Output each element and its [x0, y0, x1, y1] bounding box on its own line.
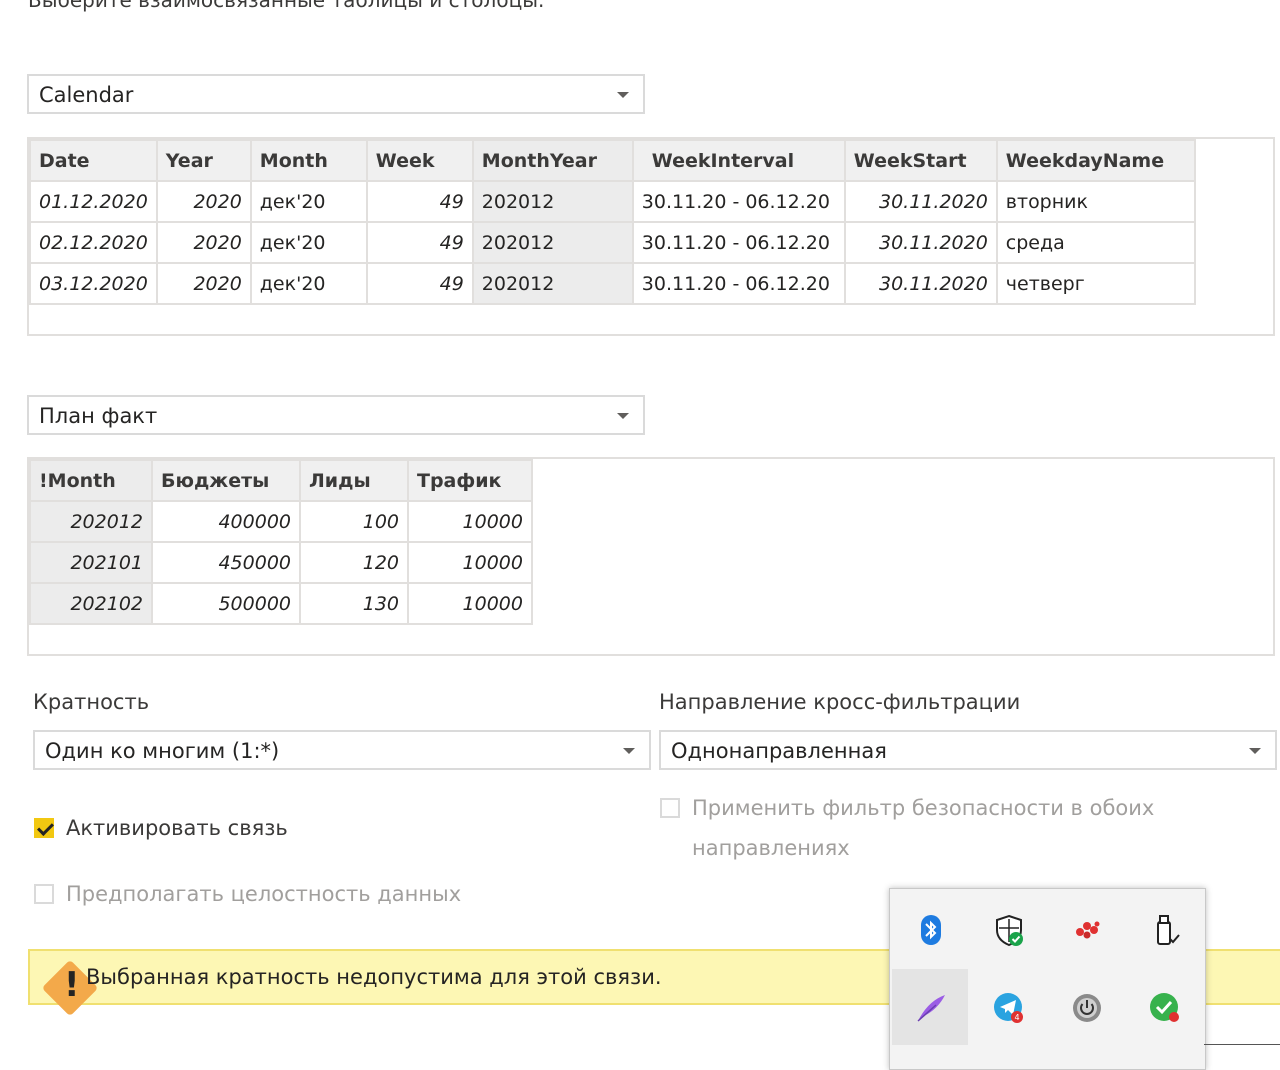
activate-checkbox[interactable] — [34, 818, 54, 838]
cell: 450000 — [151, 541, 301, 584]
table1-preview: Date Year Month Week MonthYear WeekInter… — [27, 137, 1275, 336]
integrity-label[interactable]: Предполагать целостность данных — [66, 882, 461, 906]
security-filter-checkbox[interactable] — [660, 798, 680, 818]
cell: 202012 — [29, 500, 153, 543]
cardinality-label: Кратность — [33, 690, 150, 714]
table1-grid: Date Year Month Week MonthYear WeekInter… — [29, 139, 1196, 305]
table2-select[interactable]: План факт — [27, 395, 645, 435]
cell: 202012 — [471, 221, 634, 264]
col-header-weekdayname[interactable]: WeekdayName — [995, 139, 1196, 182]
security-filter-label-line2[interactable]: направлениях — [692, 836, 850, 860]
crossfilter-label: Направление кросс-фильтрации — [659, 690, 1021, 714]
security-filter-label[interactable]: Применить фильтр безопасности в обоих — [692, 796, 1154, 820]
cell: 10000 — [407, 541, 533, 584]
svg-text:4: 4 — [1014, 1013, 1019, 1022]
col-header-traffic[interactable]: Трафик — [407, 459, 533, 502]
windows-security-icon[interactable] — [970, 891, 1046, 967]
table2-preview: !Month Бюджеты Лиды Трафик 202012 400000… — [27, 457, 1275, 656]
cell: 49 — [365, 180, 474, 223]
cell: дек'20 — [249, 221, 368, 264]
power-icon[interactable] — [1048, 969, 1124, 1045]
cell: 03.12.2020 — [29, 262, 158, 305]
col-header-month-key[interactable]: !Month — [29, 459, 153, 502]
cell: 120 — [299, 541, 409, 584]
table-row: 202101 450000 120 10000 — [29, 541, 533, 584]
divider — [1204, 1044, 1280, 1045]
cell: 100 — [299, 500, 409, 543]
chevron-down-icon — [623, 748, 635, 754]
table-row: 01.12.2020 2020 дек'20 49 202012 30.11.2… — [29, 180, 1196, 223]
table1-select[interactable]: Calendar — [27, 74, 645, 114]
cell: 30.11.2020 — [843, 221, 998, 264]
cell: 10000 — [407, 500, 533, 543]
cell: 30.11.20 - 06.12.20 — [631, 221, 846, 264]
cell: 202102 — [29, 582, 153, 625]
activate-label[interactable]: Активировать связь — [66, 816, 288, 840]
cell: четверг — [995, 262, 1196, 305]
col-header-week[interactable]: Week — [365, 139, 474, 182]
instruction-text: Выберите взаимосвязанные таблицы и столб… — [28, 0, 545, 12]
cell: 202012 — [471, 262, 634, 305]
app-dots-icon[interactable] — [1048, 891, 1124, 967]
table-row: 202102 500000 130 10000 — [29, 582, 533, 625]
table-row: 202012 400000 100 10000 — [29, 500, 533, 543]
warning-text: Выбранная кратность недопустима для этой… — [86, 965, 662, 989]
col-header-monthyear[interactable]: MonthYear — [471, 139, 634, 182]
warning-exclamation-icon: ! — [64, 965, 80, 1005]
system-tray-popup: 4 — [889, 888, 1206, 1070]
cell: 30.11.2020 — [843, 262, 998, 305]
table2-header-row: !Month Бюджеты Лиды Трафик — [29, 459, 533, 502]
cell: дек'20 — [249, 262, 368, 305]
cardinality-select-value: Один ко многим (1:*) — [45, 739, 280, 763]
cell: 49 — [365, 221, 474, 264]
col-header-year[interactable]: Year — [155, 139, 252, 182]
table2-grid: !Month Бюджеты Лиды Трафик 202012 400000… — [29, 459, 533, 625]
chevron-down-icon — [1249, 748, 1261, 754]
col-header-date[interactable]: Date — [29, 139, 158, 182]
cell: дек'20 — [249, 180, 368, 223]
cell: вторник — [995, 180, 1196, 223]
col-header-month[interactable]: Month — [249, 139, 368, 182]
cell: 2020 — [155, 262, 252, 305]
col-header-weekstart[interactable]: WeekStart — [843, 139, 998, 182]
crossfilter-select-value: Однонаправленная — [671, 739, 887, 763]
cardinality-select[interactable]: Один ко многим (1:*) — [33, 730, 651, 770]
telegram-icon[interactable]: 4 — [970, 969, 1046, 1045]
col-header-leads[interactable]: Лиды — [299, 459, 409, 502]
col-header-weekinterval[interactable]: WeekInterval — [631, 139, 846, 182]
chevron-down-icon — [617, 413, 629, 419]
cell: 130 — [299, 582, 409, 625]
crossfilter-select[interactable]: Однонаправленная — [659, 730, 1277, 770]
table1-select-value: Calendar — [39, 83, 134, 107]
chevron-down-icon — [617, 92, 629, 98]
security-check-icon[interactable] — [1126, 969, 1202, 1045]
cell: 30.11.20 - 06.12.20 — [631, 262, 846, 305]
integrity-checkbox[interactable] — [34, 884, 54, 904]
cell: 49 — [365, 262, 474, 305]
cell: 400000 — [151, 500, 301, 543]
feather-pen-icon[interactable] — [892, 969, 968, 1045]
cell: 02.12.2020 — [29, 221, 158, 264]
cell: 202101 — [29, 541, 153, 584]
table1-header-row: Date Year Month Week MonthYear WeekInter… — [29, 139, 1196, 182]
col-header-budgets[interactable]: Бюджеты — [151, 459, 301, 502]
cell: 30.11.20 - 06.12.20 — [631, 180, 846, 223]
cell: 30.11.2020 — [843, 180, 998, 223]
cell: среда — [995, 221, 1196, 264]
bluetooth-icon[interactable] — [892, 891, 968, 967]
cell: 202012 — [471, 180, 634, 223]
cell: 10000 — [407, 582, 533, 625]
table2-select-value: План факт — [39, 404, 158, 428]
cell: 2020 — [155, 221, 252, 264]
usb-eject-icon[interactable] — [1126, 891, 1202, 967]
cell: 2020 — [155, 180, 252, 223]
table-row: 03.12.2020 2020 дек'20 49 202012 30.11.2… — [29, 262, 1196, 305]
cell: 500000 — [151, 582, 301, 625]
cell: 01.12.2020 — [29, 180, 158, 223]
table-row: 02.12.2020 2020 дек'20 49 202012 30.11.2… — [29, 221, 1196, 264]
